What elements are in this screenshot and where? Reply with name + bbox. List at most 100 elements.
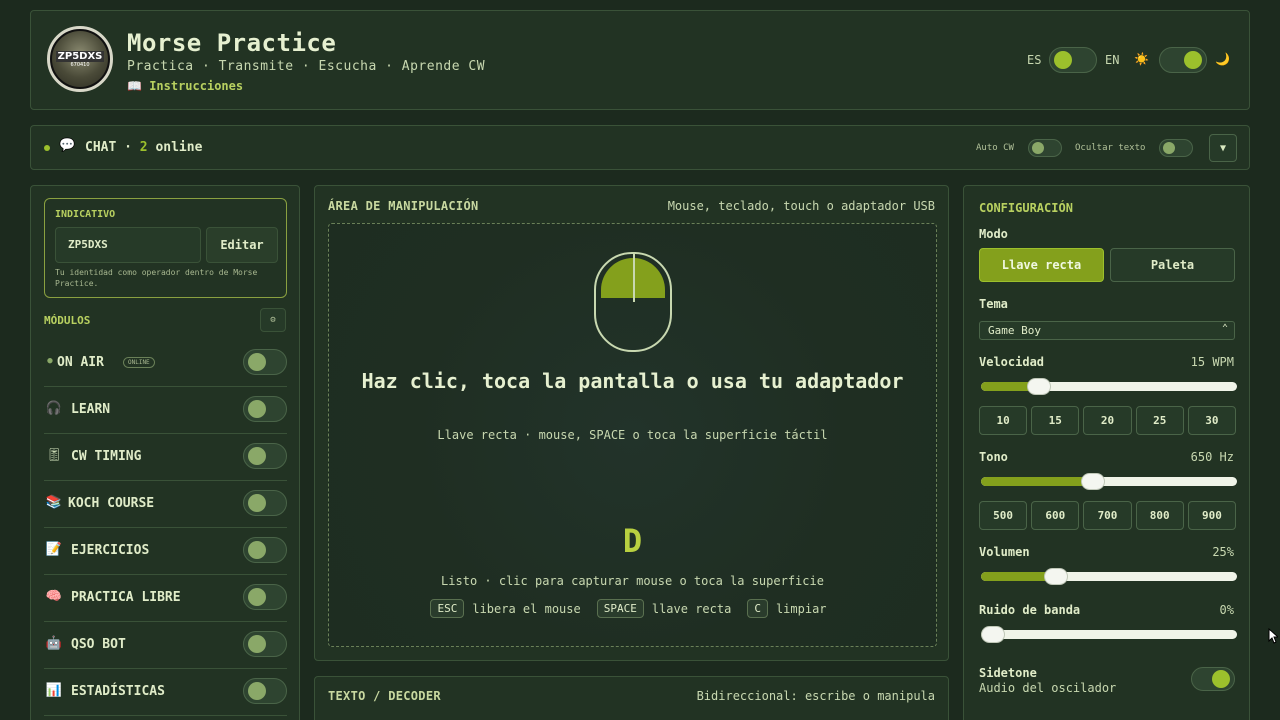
module-qso-bot[interactable]: 🤖 QSO BOT <box>44 622 287 669</box>
slider-thumb[interactable] <box>1027 378 1052 395</box>
volume-slider[interactable] <box>981 568 1237 585</box>
tone-presets: 500 600 700 800 900 <box>979 501 1237 530</box>
tone-slider[interactable] <box>981 473 1237 490</box>
module-name: ESTADÍSTICAS <box>71 684 165 699</box>
module-name: PRACTICA LIBRE <box>71 590 181 605</box>
brain-icon: 🧠 <box>45 589 63 604</box>
c-desc: limpiar <box>775 601 827 616</box>
tone-value: 650 Hz <box>1190 450 1234 464</box>
module-cw-timing[interactable]: 🎚 CW TIMING <box>44 434 287 481</box>
decoder-title: TEXTO / DECODER <box>328 689 441 703</box>
tone-preset-button[interactable]: 800 <box>1135 501 1184 530</box>
sidetone-sub: Audio del oscilador <box>979 681 1117 695</box>
slider-icon: 🎚 <box>45 448 63 463</box>
module-toggle[interactable] <box>243 349 287 375</box>
module-on-air[interactable]: ● ON AIR ONLINE <box>44 340 287 387</box>
module-name: ON AIR <box>57 355 104 370</box>
speed-preset-button[interactable]: 30 <box>1187 406 1237 435</box>
auto-cw-toggle[interactable] <box>1028 139 1062 157</box>
tone-preset-button[interactable]: 700 <box>1083 501 1132 530</box>
noise-value: 0% <box>1219 603 1234 617</box>
memo-icon: 📝 <box>45 542 63 557</box>
modules-settings-button[interactable]: ⚙ <box>260 308 286 332</box>
config-title: CONFIGURACIÓN <box>979 201 1073 215</box>
chat-bar[interactable]: 💬 CHAT · 2 online Auto CW Ocultar texto … <box>30 125 1250 170</box>
moon-icon: 🌙 <box>1215 52 1230 66</box>
module-toggle[interactable] <box>243 584 287 610</box>
speed-presets: 10 15 20 25 30 <box>979 406 1237 435</box>
headphones-icon: 🎧 <box>45 401 63 416</box>
paddle-button[interactable]: Paleta <box>1110 248 1235 282</box>
slider-thumb[interactable] <box>1080 473 1105 490</box>
keying-prompt: Haz clic, toca la pantalla o usa tu adap… <box>361 369 904 393</box>
slider-thumb[interactable] <box>981 626 1005 643</box>
language-toggle[interactable] <box>1049 47 1097 73</box>
input-methods: Mouse, teclado, touch o adaptador USB <box>667 199 935 213</box>
theme-dark-toggle[interactable] <box>1159 47 1207 73</box>
robot-icon: 🤖 <box>45 636 63 651</box>
online-badge: ONLINE <box>123 357 155 368</box>
module-koch-course[interactable]: 📚 KOCH COURSE <box>44 481 287 528</box>
keying-area[interactable]: Haz clic, toca la pantalla o usa tu adap… <box>328 223 937 647</box>
instructions-link[interactable]: 📖 Instrucciones <box>127 79 243 93</box>
hide-text-toggle[interactable] <box>1159 139 1193 157</box>
sidetone-toggle[interactable] <box>1191 667 1235 691</box>
callsign-help: Tu identidad como operador dentro de Mor… <box>55 268 258 288</box>
speed-value: 15 WPM <box>1190 355 1234 369</box>
module-toggle[interactable] <box>243 443 287 469</box>
callsign-field[interactable]: ZP5DXS <box>55 227 201 263</box>
callsign-title: INDICATIVO <box>55 209 116 220</box>
module-toggle[interactable] <box>243 490 287 516</box>
modules-title: MÓDULOS <box>44 314 91 327</box>
slider-thumb[interactable] <box>1043 568 1068 585</box>
shortcut-legend: ESC libera el mouse SPACE llave recta C … <box>329 599 936 618</box>
decoder-desc: Bidireccional: escribe o manipula <box>696 689 935 703</box>
lang-en-label: EN <box>1105 53 1120 67</box>
tone-preset-button[interactable]: 500 <box>979 501 1028 530</box>
c-key: C <box>747 599 768 618</box>
expand-chat-button[interactable]: ▼ <box>1209 134 1237 162</box>
module-name: KOCH COURSE <box>68 496 155 511</box>
module-learn[interactable]: 🎧 LEARN <box>44 387 287 434</box>
chevron-updown-icon: ⌃ <box>1221 323 1228 334</box>
straight-key-button[interactable]: Llave recta <box>979 248 1104 282</box>
module-toggle[interactable] <box>243 396 287 422</box>
module-ejercicios[interactable]: 📝 EJERCICIOS <box>44 528 287 575</box>
space-desc: llave recta <box>651 601 732 616</box>
keying-status: Listo · clic para capturar mouse o toca … <box>441 574 824 588</box>
tone-label: Tono <box>979 450 1008 464</box>
sidetone-label: Sidetone <box>979 666 1037 680</box>
book-icon: 📖 <box>127 79 142 93</box>
app-title: Morse Practice <box>127 29 337 57</box>
chat-icon: 💬 <box>59 138 76 153</box>
manipulation-title: ÁREA DE MANIPULACIÓN <box>328 199 479 213</box>
theme-label: Tema <box>979 297 1008 311</box>
callsign-card: INDICATIVO ZP5DXS Editar Tu identidad co… <box>44 198 287 298</box>
speed-slider[interactable] <box>981 378 1237 395</box>
edit-callsign-button[interactable]: Editar <box>206 227 278 263</box>
chevron-down-icon: ▼ <box>1219 142 1227 154</box>
theme-select[interactable]: Game Boy ⌃ <box>979 321 1235 340</box>
module-practica-libre[interactable]: 🧠 PRACTICA LIBRE <box>44 575 287 622</box>
sidebar: INDICATIVO ZP5DXS Editar Tu identidad co… <box>30 185 300 720</box>
speed-preset-button[interactable]: 20 <box>1083 406 1132 435</box>
module-toggle[interactable] <box>243 537 287 563</box>
theme-value: Game Boy <box>988 324 1041 337</box>
lang-es-label: ES <box>1027 53 1042 67</box>
volume-label: Volumen <box>979 545 1030 559</box>
app-subtitle: Practica · Transmite · Escucha · Aprende… <box>127 59 486 74</box>
decoder-panel: TEXTO / DECODER Bidireccional: escribe o… <box>314 676 949 720</box>
online-count: 2 <box>139 140 148 155</box>
speed-preset-button[interactable]: 15 <box>1031 406 1080 435</box>
books-icon: 📚 <box>45 495 63 510</box>
speed-preset-button[interactable]: 10 <box>979 406 1028 435</box>
mouse-icon <box>594 252 672 352</box>
noise-slider[interactable] <box>981 626 1237 643</box>
speed-preset-button[interactable]: 25 <box>1135 406 1184 435</box>
auto-cw-label: Auto CW <box>976 143 1014 153</box>
module-toggle[interactable] <box>243 678 287 704</box>
tone-preset-button[interactable]: 900 <box>1187 501 1237 530</box>
module-estadisticas[interactable]: 📊 ESTADÍSTICAS <box>44 669 287 716</box>
module-toggle[interactable] <box>243 631 287 657</box>
tone-preset-button[interactable]: 600 <box>1031 501 1080 530</box>
